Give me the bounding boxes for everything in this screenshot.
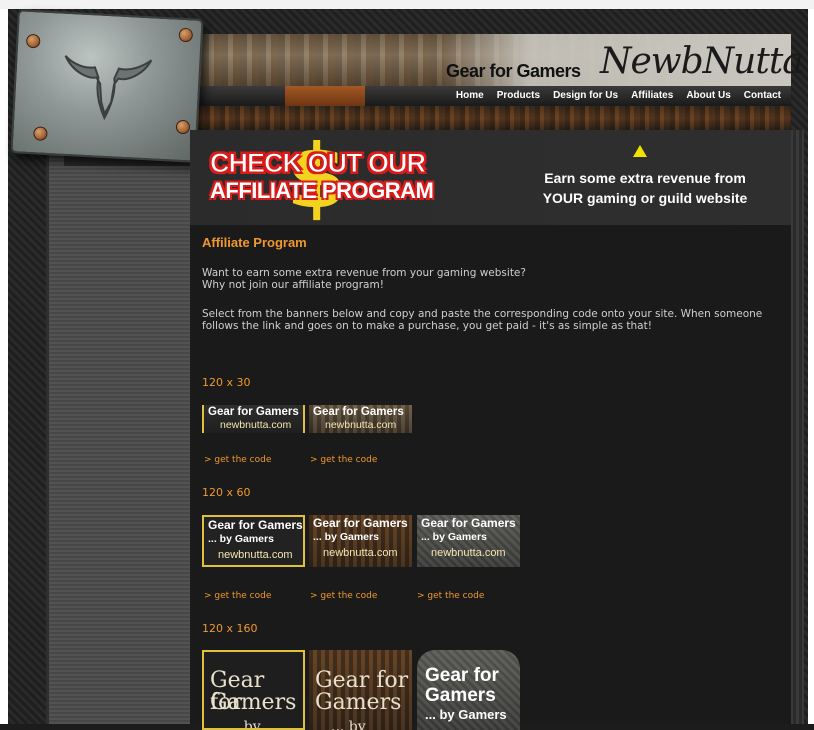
banner-120x60-rust[interactable]: Gear for Gamers ... by Gamers newbnutta.… — [309, 515, 412, 567]
banner-120x30-dark[interactable]: Gear for Gamers newbnutta.com — [202, 405, 305, 433]
nav-home[interactable]: Home — [456, 86, 484, 106]
banner-120x160-dark[interactable]: Gear for Gamers ... by Gamers — [202, 650, 305, 730]
banner-headline-1: CHECK OUT OUR — [210, 148, 427, 178]
main-nav: Home Products Design for Us Affiliates A… — [190, 86, 791, 106]
bolt-icon — [178, 27, 194, 43]
get-code-link[interactable]: > get the code — [310, 591, 377, 601]
banner-line2: ... by Gamers — [313, 531, 379, 543]
banner-line2: ... by Gamers — [421, 531, 487, 543]
banner-pitch-line2: YOUR gaming or guild website — [542, 190, 748, 206]
banner-120x160-rust[interactable]: Gear for Gamers ... by Gamers — [309, 650, 412, 730]
banner-headline-2: AFFILIATE PROGRAM — [210, 178, 434, 203]
get-code-link[interactable]: > get the code — [204, 455, 271, 465]
bolt-icon — [25, 33, 41, 49]
nav-about-us[interactable]: About Us — [686, 86, 730, 106]
nav-contact[interactable]: Contact — [744, 86, 781, 106]
banner-line2: Gamers — [210, 690, 297, 715]
bolt-icon — [33, 126, 48, 141]
intro-line-2: Why not join our affiliate program! — [202, 279, 384, 291]
right-sidebar-strip — [790, 130, 804, 724]
instructions-text: Select from the banners below and copy a… — [202, 308, 763, 332]
main-content: $ CHECK OUT OUR AFFILIATE PROGRAM Earn s… — [190, 128, 792, 730]
brand-logo-text[interactable]: NewbNutta — [600, 38, 804, 86]
size-label-120x30: 120 x 30 — [202, 376, 251, 389]
top-border — [0, 0, 814, 9]
left-sidebar — [46, 150, 196, 724]
banner-line2: Gamers — [425, 685, 496, 706]
banner-120x60-stone[interactable]: Gear for Gamers ... by Gamers newbnutta.… — [417, 515, 520, 567]
nav-design-for-us[interactable]: Design for Us — [553, 86, 618, 106]
banner-line1: Gear for Gamers — [208, 406, 299, 418]
banner-line3: ... by Gamers — [425, 707, 507, 722]
page-title: Affiliate Program — [202, 235, 307, 250]
size-label-120x160: 120 x 160 — [202, 622, 258, 635]
banner-line3: ... by Gamers — [331, 719, 366, 730]
banner-line3: newbnutta.com — [323, 547, 398, 559]
banner-line3: ... by Gamers — [226, 719, 261, 730]
banner-line1: Gear for Gamers — [421, 516, 516, 530]
brand-tagline: Gear for Gamers — [446, 61, 581, 81]
left-margin — [0, 9, 8, 724]
intro-text: Want to earn some extra revenue from you… — [202, 267, 792, 291]
get-code-link[interactable]: > get the code — [417, 591, 484, 601]
banner-line1: Gear for Gamers — [208, 518, 303, 532]
right-margin — [808, 9, 814, 724]
size-label-120x60: 120 x 60 — [202, 486, 251, 499]
get-code-link[interactable]: > get the code — [310, 455, 377, 465]
get-code-link[interactable]: > get the code — [204, 591, 271, 601]
banner-line1: Gear for — [315, 668, 409, 693]
banner-120x30-rust[interactable]: Gear for Gamers newbnutta.com — [309, 405, 412, 433]
banner-line1: Gear for Gamers — [313, 516, 408, 530]
banner-pitch: Earn some extra revenue from YOUR gaming… — [530, 168, 760, 208]
banner-line1: Gear for Gamers — [313, 406, 404, 418]
nav-accent — [285, 86, 365, 106]
metal-plate-logo[interactable] — [10, 9, 204, 163]
banner-line2: newbnutta.com — [220, 419, 292, 431]
banner-120x60-dark[interactable]: Gear for Gamers ... by Gamers newbnutta.… — [202, 515, 305, 567]
intro-line-1: Want to earn some extra revenue from you… — [202, 267, 526, 279]
affiliate-promo-banner[interactable]: $ CHECK OUT OUR AFFILIATE PROGRAM Earn s… — [190, 128, 791, 226]
nav-affiliates[interactable]: Affiliates — [631, 86, 673, 106]
banner-line3: newbnutta.com — [431, 547, 506, 559]
bull-skull-icon — [64, 55, 153, 121]
banner-120x160-stone[interactable]: Gear for Gamers ... by Gamers — [417, 650, 520, 730]
banner-line2: ... by Gamers — [208, 533, 274, 545]
banner-line2: Gamers — [315, 690, 402, 715]
bolt-icon — [175, 119, 191, 135]
triangle-up-icon — [633, 145, 647, 157]
banner-line2: newbnutta.com — [325, 419, 397, 431]
rust-divider — [190, 106, 791, 130]
nav-products[interactable]: Products — [497, 86, 540, 106]
banner-line1: Gear for — [425, 665, 499, 686]
banner-line3: newbnutta.com — [218, 549, 293, 561]
banner-pitch-line1: Earn some extra revenue from — [544, 170, 746, 186]
